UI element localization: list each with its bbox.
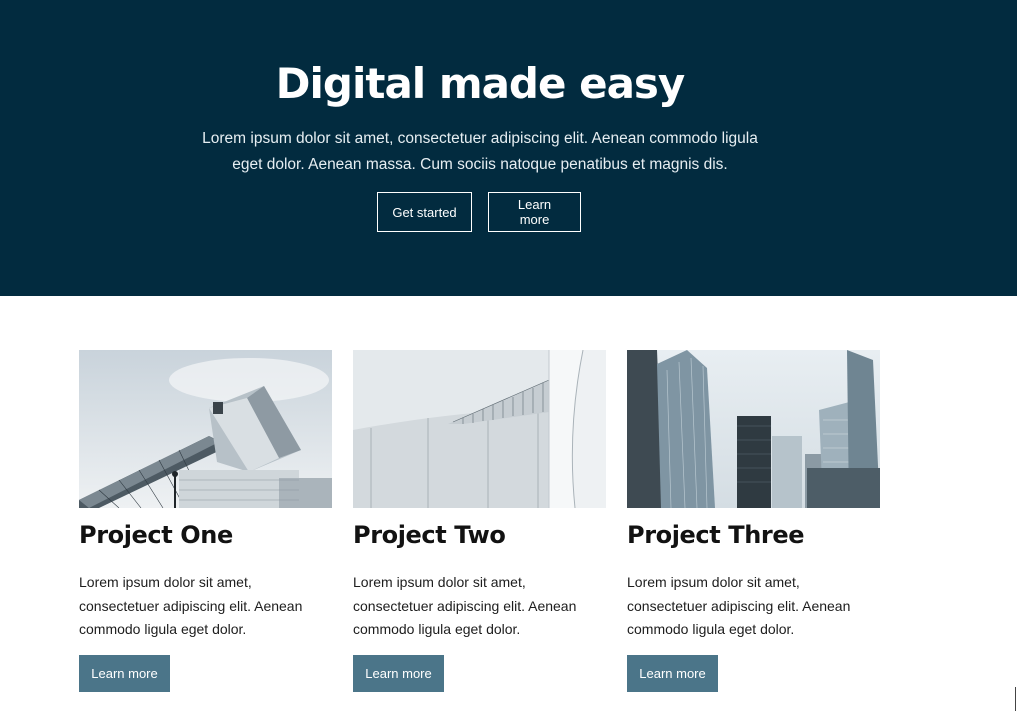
project-title: Project One <box>79 521 233 549</box>
project-two-image <box>353 350 606 508</box>
project-card-one: Project One Lorem ipsum dolor sit amet, … <box>79 350 332 692</box>
get-started-button[interactable]: Get started <box>377 192 472 232</box>
project-card-three: Project Three Lorem ipsum dolor sit amet… <box>627 350 880 692</box>
hero-section: Digital made easy Lorem ipsum dolor sit … <box>0 0 1017 296</box>
project-title: Project Three <box>627 521 805 549</box>
project-three-image <box>627 350 880 508</box>
hero-learn-more-button[interactable]: Learn more <box>488 192 581 232</box>
project-one-learn-more-button[interactable]: Learn more <box>79 655 170 692</box>
project-two-learn-more-button[interactable]: Learn more <box>353 655 444 692</box>
hero-title: Digital made easy <box>275 59 686 108</box>
scroll-indicator <box>1015 687 1016 711</box>
project-three-learn-more-button[interactable]: Learn more <box>627 655 718 692</box>
project-description: Lorem ipsum dolor sit amet, consectetuer… <box>353 574 577 637</box>
hero-description: Lorem ipsum dolor sit amet, consectetuer… <box>202 130 758 173</box>
project-one-image <box>79 350 332 508</box>
project-title: Project Two <box>353 521 506 549</box>
project-description: Lorem ipsum dolor sit amet, consectetuer… <box>79 574 303 637</box>
project-card-two: Project Two Lorem ipsum dolor sit amet, … <box>353 350 606 692</box>
project-description: Lorem ipsum dolor sit amet, consectetuer… <box>627 574 851 637</box>
hero-buttons: Get started Learn more <box>377 192 581 232</box>
